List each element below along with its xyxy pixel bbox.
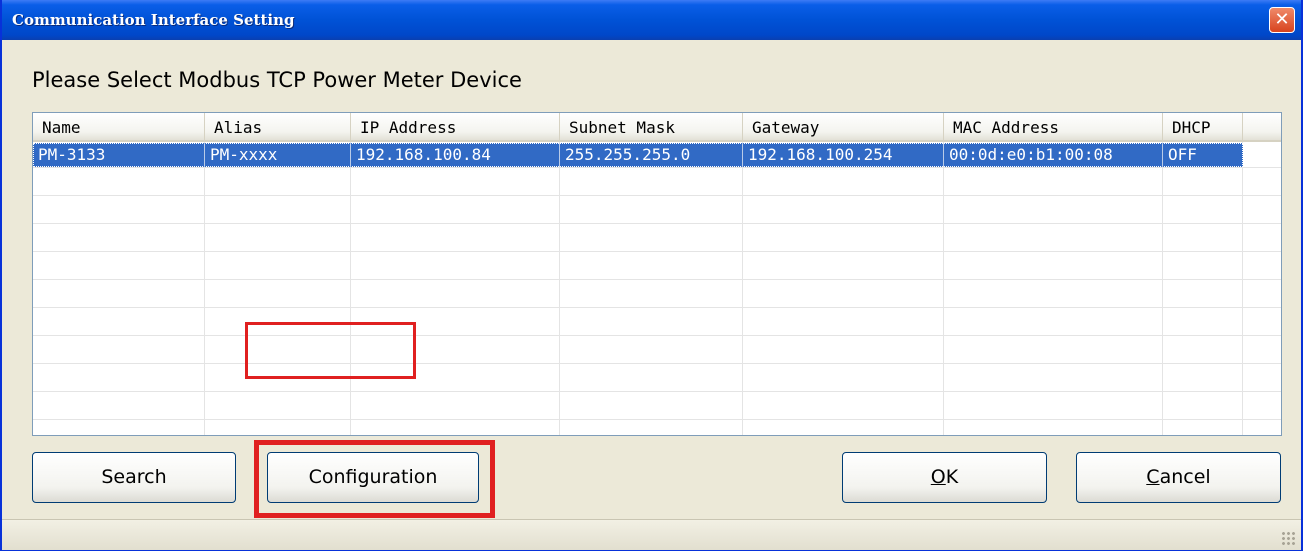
- annotation-box: [245, 322, 416, 379]
- table-row-selected[interactable]: PM-3133 PM-xxxx 192.168.100.84 255.255.2…: [33, 143, 1243, 167]
- status-bar: [2, 519, 1301, 550]
- grid-line: [33, 223, 1281, 224]
- grid-line: [33, 167, 1281, 168]
- cell-ip-address: 192.168.100.84: [351, 143, 560, 167]
- column-header-alias[interactable]: Alias: [205, 113, 351, 140]
- grid-line: [33, 195, 1281, 196]
- grid-line: [33, 363, 1281, 364]
- cell-mac-address: 00:0d:e0:b1:00:08: [944, 143, 1163, 167]
- grid-line: [33, 279, 1281, 280]
- list-header: Name Alias IP Address Subnet Mask Gatewa…: [33, 113, 1281, 142]
- dialog-window: Communication Interface Setting ✕ Please…: [0, 0, 1303, 551]
- close-icon[interactable]: ✕: [1269, 7, 1295, 33]
- grid-line: [33, 335, 1281, 336]
- grid-line: [33, 307, 1281, 308]
- window-title: Communication Interface Setting: [12, 11, 295, 29]
- grid-line: [33, 251, 1281, 252]
- column-header-ip-address[interactable]: IP Address: [351, 113, 560, 140]
- cell-dhcp: OFF: [1168, 145, 1197, 164]
- cell-subnet-mask: 255.255.255.0: [560, 143, 743, 167]
- cell-name: PM-3133: [33, 143, 205, 167]
- search-button[interactable]: Search: [32, 452, 236, 503]
- ok-button[interactable]: OK: [842, 452, 1047, 503]
- ok-mnemonic: O: [930, 466, 946, 488]
- grid-line: [33, 419, 1281, 420]
- column-header-subnet-mask[interactable]: Subnet Mask: [560, 113, 743, 140]
- ok-label-rest: K: [945, 466, 959, 488]
- cancel-label-rest: ancel: [1159, 466, 1211, 488]
- resize-grip-icon[interactable]: [1281, 531, 1297, 547]
- cell-alias: PM-xxxx: [205, 143, 351, 167]
- column-header-name[interactable]: Name: [33, 113, 205, 140]
- device-list[interactable]: Name Alias IP Address Subnet Mask Gatewa…: [32, 112, 1282, 436]
- column-header-gateway[interactable]: Gateway: [743, 113, 944, 140]
- title-bar[interactable]: Communication Interface Setting ✕: [2, 0, 1301, 40]
- instruction-label: Please Select Modbus TCP Power Meter Dev…: [32, 68, 522, 92]
- cell-gateway: 192.168.100.254: [743, 143, 944, 167]
- grid-line: [33, 391, 1281, 392]
- column-header-mac-address[interactable]: MAC Address: [944, 113, 1163, 140]
- column-header-dhcp[interactable]: DHCP: [1163, 113, 1243, 140]
- cancel-button[interactable]: Cancel: [1076, 452, 1281, 503]
- annotation-highlight: [254, 440, 495, 518]
- cancel-mnemonic: C: [1146, 466, 1160, 488]
